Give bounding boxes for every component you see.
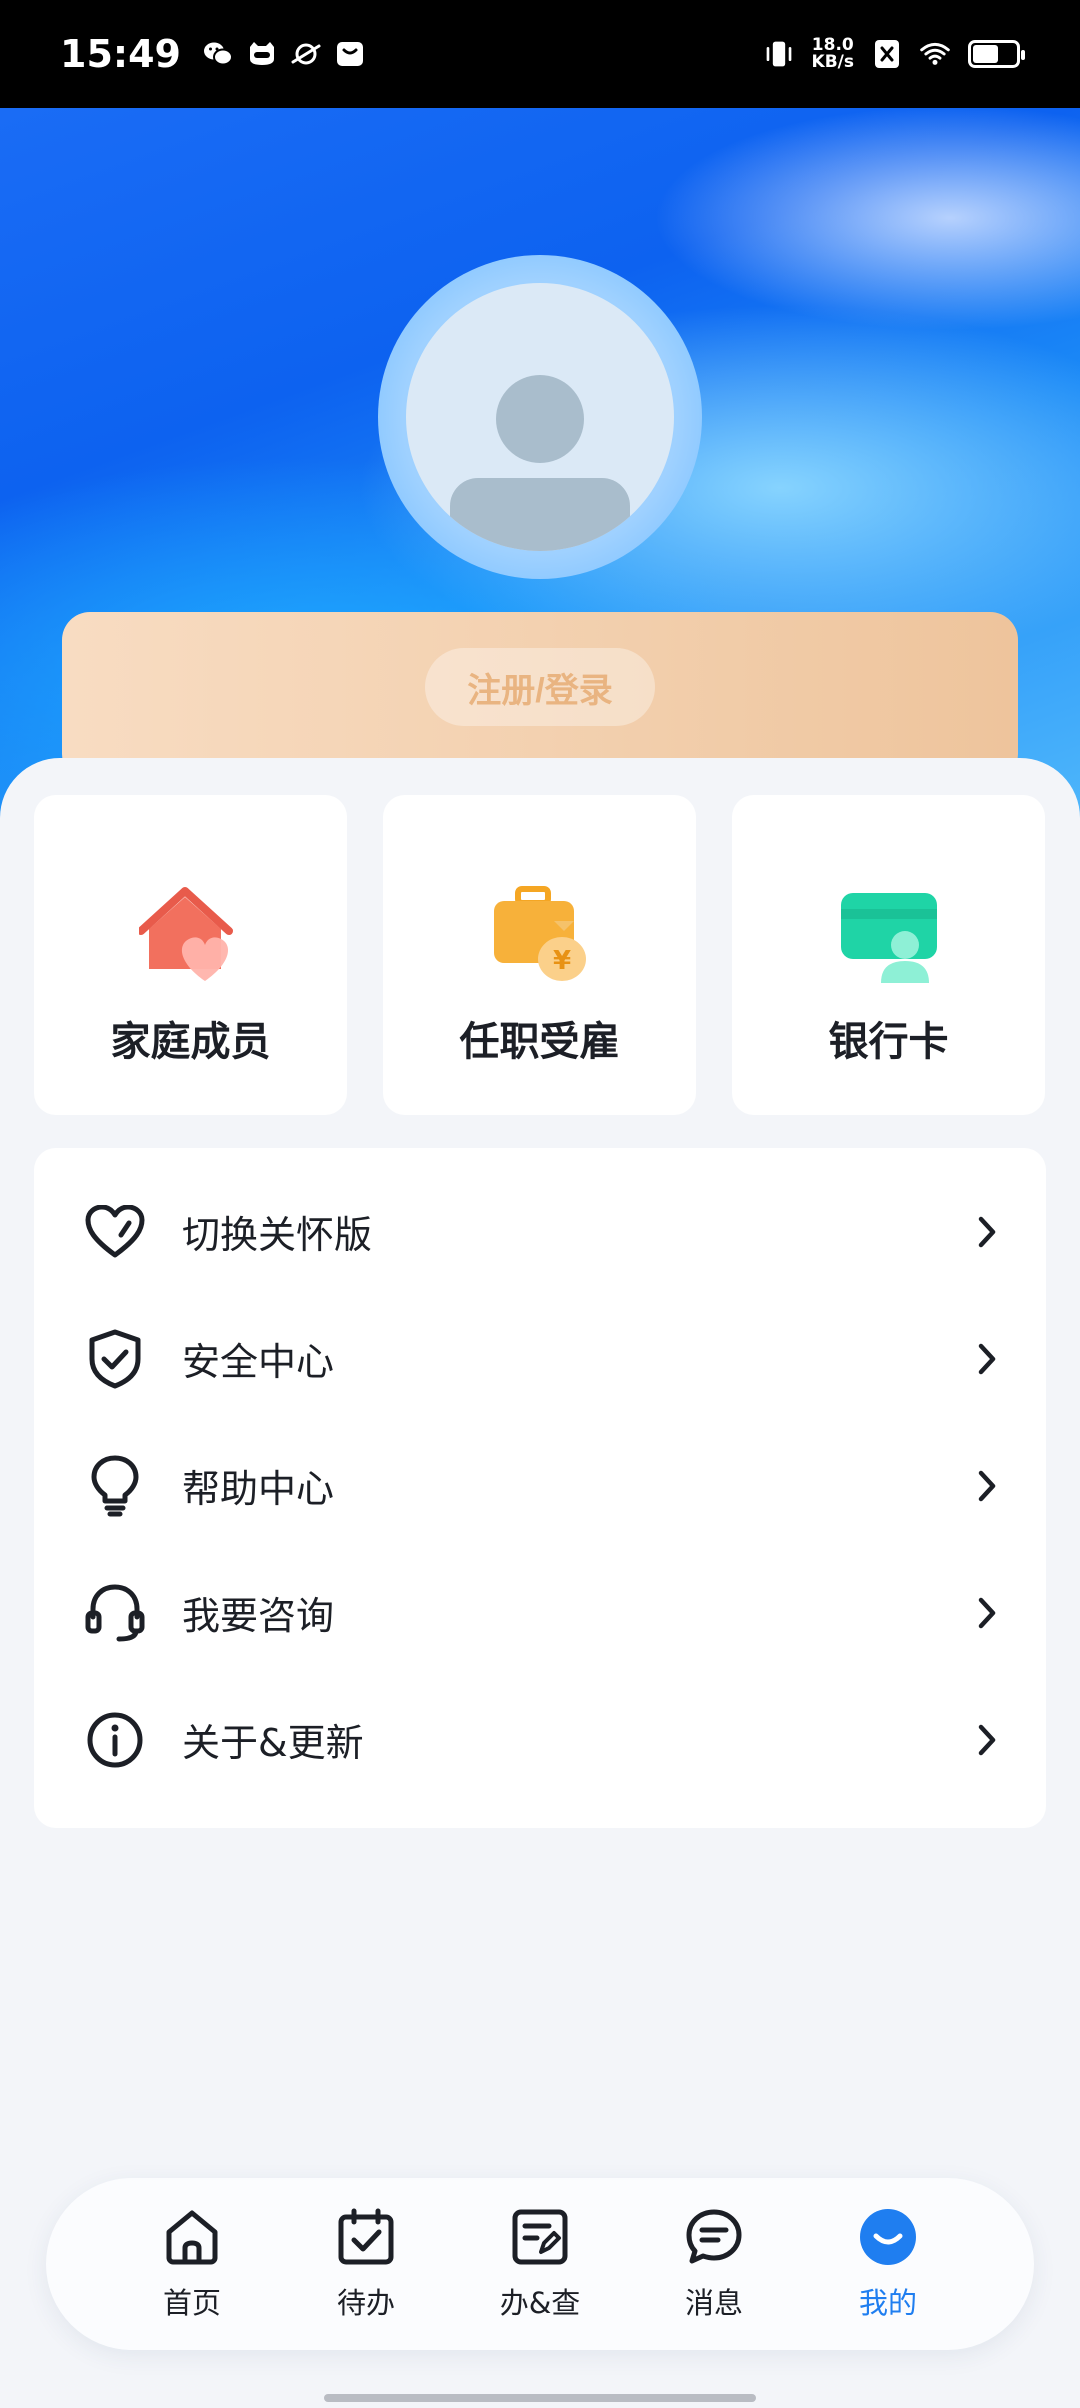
shortcut-family-members[interactable]: 家庭成员 [34, 795, 347, 1115]
sim-off-icon [872, 39, 902, 69]
bank-card-icon [837, 883, 941, 987]
form-edit-icon [509, 2206, 571, 2268]
lightbulb-icon [84, 1455, 146, 1517]
shortcut-employment[interactable]: ¥ 任职受雇 [383, 795, 696, 1115]
menu-label: 我要咨询 [182, 1594, 335, 1638]
battery-icon [968, 40, 1025, 68]
menu-item-security-center[interactable]: 安全中心 [34, 1295, 1046, 1422]
nav-label: 办&查 [499, 2286, 581, 2320]
family-house-icon [136, 883, 243, 987]
chevron-right-icon [972, 1722, 1002, 1758]
nav-messages[interactable]: 消息 [627, 2206, 801, 2322]
menu-item-about-update[interactable]: 关于&更新 [34, 1676, 1046, 1803]
svg-text:¥: ¥ [552, 946, 570, 976]
net-speed: 18.0 KB/s [812, 37, 854, 71]
chevron-right-icon [972, 1468, 1002, 1504]
smile-icon [857, 2206, 919, 2268]
menu-item-care-mode[interactable]: 切换关怀版 [34, 1168, 1046, 1295]
chevron-right-icon [972, 1341, 1002, 1377]
status-time: 15:49 [60, 32, 181, 76]
shortcut-row: 家庭成员 ¥ 任职受雇 银行卡 [34, 795, 1046, 1115]
bag-icon [335, 39, 365, 69]
register-login-button[interactable]: 注册/登录 [425, 648, 655, 726]
shortcut-bank-card[interactable]: 银行卡 [732, 795, 1045, 1115]
menu-label: 关于&更新 [182, 1721, 364, 1765]
chevron-right-icon [972, 1214, 1002, 1250]
status-left: 15:49 [60, 32, 365, 76]
bottom-nav: 首页 待办 办&查 消息 我的 [46, 2178, 1034, 2350]
menu-item-help-center[interactable]: 帮助中心 [34, 1422, 1046, 1549]
vibrate-icon [764, 39, 794, 69]
menu-label: 切换关怀版 [182, 1213, 373, 1257]
nav-label: 首页 [162, 2286, 221, 2320]
nav-label: 消息 [684, 2286, 743, 2320]
net-speed-unit: KB/s [811, 52, 854, 72]
shortcut-label: 任职受雇 [459, 1019, 620, 1065]
status-right: 18.0 KB/s [764, 37, 1025, 71]
shield-check-icon [84, 1328, 146, 1390]
message-icon [683, 2206, 745, 2268]
menu-label: 安全中心 [182, 1340, 335, 1384]
cat-icon [247, 39, 277, 69]
nav-label: 我的 [858, 2286, 917, 2320]
planet-icon [291, 39, 321, 69]
avatar[interactable] [378, 255, 702, 579]
calendar-check-icon [335, 2206, 397, 2268]
home-indicator[interactable] [324, 2394, 756, 2402]
nav-todo[interactable]: 待办 [279, 2206, 453, 2322]
headset-icon [84, 1582, 146, 1644]
nav-mine[interactable]: 我的 [801, 2206, 975, 2322]
nav-handle-query[interactable]: 办&查 [453, 2206, 627, 2322]
menu-item-consult[interactable]: 我要咨询 [34, 1549, 1046, 1676]
home-icon [161, 2206, 223, 2268]
heart-icon [84, 1201, 146, 1263]
menu-label: 帮助中心 [182, 1467, 335, 1511]
notification-icons [203, 39, 365, 69]
shortcut-label: 家庭成员 [110, 1019, 271, 1065]
info-icon [84, 1709, 146, 1771]
wechat-icon [203, 39, 233, 69]
settings-menu: 切换关怀版 安全中心 帮助中心 我要咨询 关于&更新 [34, 1148, 1046, 1828]
default-avatar-icon [406, 283, 674, 551]
briefcase-money-icon: ¥ [488, 883, 592, 987]
wifi-icon [920, 39, 950, 69]
nav-home[interactable]: 首页 [105, 2206, 279, 2322]
status-bar: 15:49 18.0 KB/s [0, 0, 1080, 108]
chevron-right-icon [972, 1595, 1002, 1631]
nav-label: 待办 [336, 2286, 395, 2320]
shortcut-label: 银行卡 [828, 1019, 949, 1065]
